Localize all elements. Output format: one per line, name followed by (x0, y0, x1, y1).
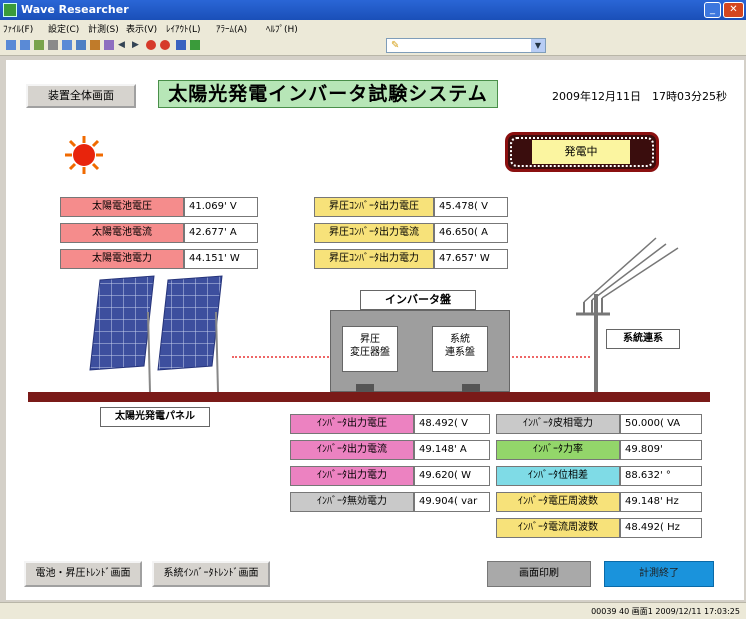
menu-help[interactable]: ﾍﾙﾌﾟ(H) (266, 22, 298, 35)
solar-current-label: 太陽電池電流 (60, 223, 184, 243)
menu-layout[interactable]: ﾚｲｱｳﾄ(L) (166, 22, 201, 35)
stop-icon[interactable] (160, 40, 170, 50)
cut-icon[interactable] (90, 40, 100, 50)
inverter-output-power-label: ｲﾝﾊﾞｰﾀ出力電力 (290, 466, 414, 486)
inverter-output-power-value: 49.620( W (414, 466, 490, 486)
solar-voltage-value: 41.069' V (184, 197, 258, 217)
inverter-voltage-freq-label: ｲﾝﾊﾞｰﾀ電圧周波数 (496, 492, 620, 512)
status-bar: 00039 40 画面1 2009/12/11 17:03:25 (0, 602, 746, 619)
close-icon[interactable]: ✕ (723, 2, 744, 18)
tag-combobox[interactable]: ✎ ▼ (386, 38, 546, 53)
inverter-panel-label: インバータ盤 (360, 290, 476, 310)
grid-connection-label: 系統連系 (606, 329, 680, 349)
ground-bar (28, 392, 710, 402)
inverter-output-voltage-label: ｲﾝﾊﾞｰﾀ出力電圧 (290, 414, 414, 434)
paste-icon[interactable] (104, 40, 114, 50)
minimize-icon[interactable]: _ (704, 2, 721, 18)
cabinet-foot-right (462, 384, 480, 392)
solar-voltage-label: 太陽電池電圧 (60, 197, 184, 217)
boost-power-value: 47.657' W (434, 249, 508, 269)
inverter-phase-diff-label: ｲﾝﾊﾞｰﾀ位相差 (496, 466, 620, 486)
inverter-output-voltage-value: 48.492( V (414, 414, 490, 434)
preview-icon[interactable] (62, 40, 72, 50)
solar-current-value: 42.677' A (184, 223, 258, 243)
grid-interconnect-line1: 系統 (450, 334, 470, 345)
window-icon[interactable] (176, 40, 186, 50)
inverter-output-current-value: 49.148' A (414, 440, 490, 460)
window-title: Wave Researcher (21, 3, 129, 16)
inverter-apparent-power-value: 50.000( VA (620, 414, 702, 434)
boost-transformer-line2: 変圧器盤 (350, 347, 390, 358)
page-title: 太陽光発電インバータ試験システム (158, 80, 498, 108)
menu-bar: ﾌｧｲﾙ(F) 設定(C) 計測(S) 表示(V) ﾚｲｱｳﾄ(L) ｱﾗｰﾑ(… (0, 20, 746, 36)
menu-view[interactable]: 表示(V) (126, 22, 157, 35)
solar-panel-graphic (89, 275, 223, 393)
sun-icon (65, 136, 103, 174)
menu-settings[interactable]: 設定(C) (48, 22, 79, 35)
inverter-phase-diff-value: 88.632' ° (620, 466, 702, 486)
app-icon (3, 3, 17, 17)
inverter-voltage-freq-value: 49.148' Hz (620, 492, 702, 512)
inverter-power-factor-label: ｲﾝﾊﾞｰﾀ力率 (496, 440, 620, 460)
save-icon[interactable] (34, 40, 44, 50)
grid-interconnect-line2: 連系盤 (445, 347, 475, 358)
prev-icon[interactable]: ◀ (118, 40, 128, 50)
chart-icon[interactable] (190, 40, 200, 50)
battery-trend-button[interactable]: 電池・昇圧ﾄﾚﾝﾄﾞ画面 (24, 561, 142, 587)
print-icon[interactable] (48, 40, 58, 50)
boost-transformer-box: 昇圧 変圧器盤 (342, 326, 398, 372)
open-icon[interactable] (20, 40, 30, 50)
menu-alarm[interactable]: ｱﾗｰﾑ(A) (216, 22, 247, 35)
inverter-output-current-label: ｲﾝﾊﾞｰﾀ出力電流 (290, 440, 414, 460)
boost-current-label: 昇圧ｺﾝﾊﾞｰﾀ出力電流 (314, 223, 434, 243)
menu-file[interactable]: ﾌｧｲﾙ(F) (3, 22, 33, 35)
solar-power-value: 44.151' W (184, 249, 258, 269)
inverter-current-freq-value: 48.492( Hz (620, 518, 702, 538)
boost-voltage-value: 45.478( V (434, 197, 508, 217)
inverter-reactive-power-value: 49.904( var (414, 492, 490, 512)
inverter-power-factor-value: 49.809' (620, 440, 702, 460)
grid-trend-button[interactable]: 系統ｲﾝﾊﾞｰﾀﾄﾚﾝﾄﾞ画面 (152, 561, 270, 587)
end-measurement-button[interactable]: 計測終了 (604, 561, 714, 587)
cabinet-foot-left (356, 384, 374, 392)
pen-icon: ✎ (391, 40, 400, 51)
solar-panel-label: 太陽光発電パネル (100, 407, 210, 427)
next-icon[interactable]: ▶ (132, 40, 142, 50)
menu-measure[interactable]: 計測(S) (88, 22, 119, 35)
toolbar: ◀ ▶ ✎ ▼ (0, 36, 746, 56)
utility-pole-graphic (576, 237, 679, 392)
status-badge: 発電中 (532, 140, 630, 164)
boost-voltage-label: 昇圧ｺﾝﾊﾞｰﾀ出力電圧 (314, 197, 434, 217)
status-bar-text: 00039 40 画面1 2009/12/11 17:03:25 (591, 607, 740, 616)
boost-transformer-line1: 昇圧 (360, 334, 380, 345)
overview-button[interactable]: 装置全体画面 (26, 84, 136, 108)
solar-power-label: 太陽電池電力 (60, 249, 184, 269)
inverter-current-freq-label: ｲﾝﾊﾞｰﾀ電流周波数 (496, 518, 620, 538)
datetime: 2009年12月11日 17時03分25秒 (552, 90, 727, 103)
window-titlebar: Wave Researcher _ ✕ (0, 0, 746, 20)
boost-current-value: 46.650( A (434, 223, 508, 243)
inverter-apparent-power-label: ｲﾝﾊﾞｰﾀ皮相電力 (496, 414, 620, 434)
record-icon[interactable] (146, 40, 156, 50)
boost-power-label: 昇圧ｺﾝﾊﾞｰﾀ出力電力 (314, 249, 434, 269)
grid-interconnect-box: 系統 連系盤 (432, 326, 488, 372)
new-icon[interactable] (6, 40, 16, 50)
inverter-reactive-power-label: ｲﾝﾊﾞｰﾀ無効電力 (290, 492, 414, 512)
chevron-down-icon[interactable]: ▼ (531, 39, 545, 52)
copy-icon[interactable] (76, 40, 86, 50)
print-screen-button[interactable]: 画面印刷 (487, 561, 591, 587)
cable-panel-to-inverter (232, 356, 332, 358)
